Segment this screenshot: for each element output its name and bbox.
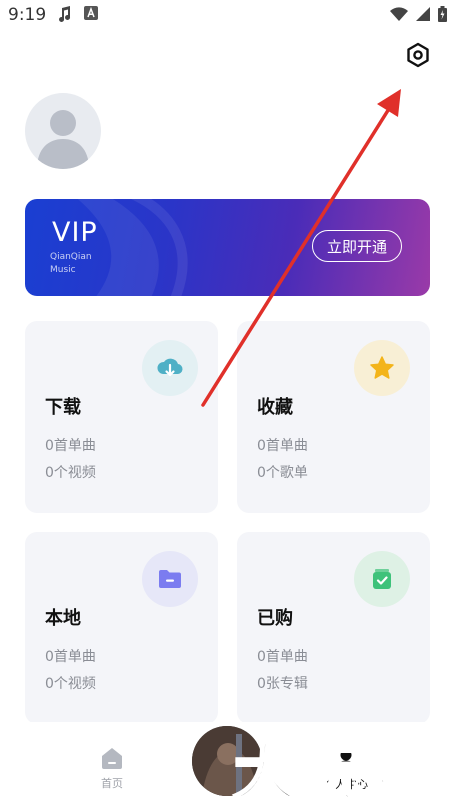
vip-subtitle: QianQian Music bbox=[50, 252, 92, 275]
card-video-count: 0个视频 bbox=[45, 465, 96, 481]
signal-icon bbox=[416, 7, 430, 21]
status-right-icons bbox=[390, 6, 447, 22]
avatar[interactable] bbox=[25, 93, 101, 169]
default-user-icon bbox=[37, 110, 89, 169]
bag-check-icon-badge bbox=[354, 551, 410, 607]
card-local[interactable]: 本地 0首单曲 0个视频 bbox=[25, 532, 218, 724]
watermark: 大玩客 bbox=[210, 720, 455, 811]
cloud-download-icon-badge bbox=[142, 340, 198, 396]
nav-home-label: 首页 bbox=[101, 777, 123, 790]
card-title: 下载 bbox=[45, 397, 81, 418]
music-note-icon bbox=[59, 6, 71, 22]
settings-button[interactable] bbox=[404, 41, 432, 69]
folder-icon-badge bbox=[142, 551, 198, 607]
a-badge-icon bbox=[84, 6, 98, 20]
battery-icon bbox=[438, 6, 447, 22]
cloud-download-icon bbox=[157, 358, 183, 377]
card-song-count: 0首单曲 bbox=[45, 438, 96, 454]
card-album-count: 0张专辑 bbox=[257, 676, 308, 692]
status-left-icons bbox=[58, 6, 98, 22]
card-video-count: 0个视频 bbox=[45, 676, 96, 692]
nav-home[interactable]: 首页 bbox=[92, 747, 132, 791]
status-time: 9:19 bbox=[8, 5, 47, 25]
star-icon-badge bbox=[354, 340, 410, 396]
card-title: 已购 bbox=[257, 608, 293, 629]
card-playlist-count: 0个歌单 bbox=[257, 465, 308, 481]
card-title: 本地 bbox=[45, 608, 81, 629]
card-song-count: 0首单曲 bbox=[45, 649, 96, 665]
star-icon bbox=[370, 356, 394, 379]
bag-check-icon bbox=[373, 569, 391, 589]
card-favorites[interactable]: 收藏 0首单曲 0个歌单 bbox=[237, 321, 430, 513]
card-song-count: 0首单曲 bbox=[257, 438, 308, 454]
vip-banner[interactable]: VIP QianQian Music 立即开通 bbox=[25, 199, 430, 296]
wifi-icon bbox=[390, 7, 408, 21]
folder-icon bbox=[159, 570, 181, 588]
card-title: 收藏 bbox=[257, 397, 293, 418]
watermark-text: 大玩客 bbox=[232, 735, 433, 811]
gear-icon bbox=[407, 42, 429, 68]
home-icon bbox=[102, 748, 122, 769]
vip-activate-button[interactable]: 立即开通 bbox=[312, 230, 402, 262]
card-download[interactable]: 下载 0首单曲 0个视频 bbox=[25, 321, 218, 513]
vip-title: VIP bbox=[52, 217, 98, 248]
status-bar: 9:19 bbox=[0, 0, 455, 32]
card-purchased[interactable]: 已购 0首单曲 0张专辑 bbox=[237, 532, 430, 724]
card-song-count: 0首单曲 bbox=[257, 649, 308, 665]
